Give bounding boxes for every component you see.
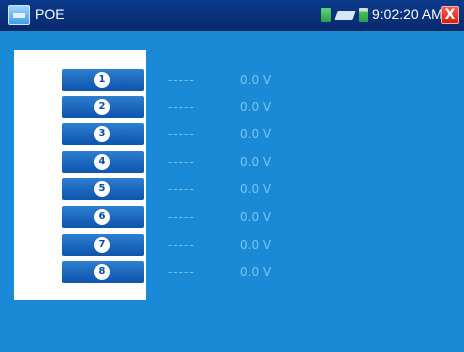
pin-voltage-4: 0.0 V [240,155,272,169]
pin-number-4: 4 [94,154,110,170]
pin-button-4[interactable]: 4 [62,151,144,173]
pin-button-5[interactable]: 5 [62,178,144,200]
pin-row-3: 3 [62,123,144,145]
pin-row-5: 5 [62,178,144,200]
pin-status-3: ----- [168,127,195,141]
pin-row-4: 4 [62,151,144,173]
pin-button-7[interactable]: 7 [62,234,144,256]
sd-card-icon [321,8,331,22]
pin-number-6: 6 [94,209,110,225]
pin-button-3[interactable]: 3 [62,123,144,145]
pin-number-3: 3 [94,126,110,142]
pin-row-8: 8 [62,261,144,283]
pin-status-7: ----- [168,238,195,252]
pin-number-1: 1 [94,72,110,88]
pin-number-8: 8 [94,264,110,280]
pin-row-7: 7 [62,234,144,256]
pin-button-8[interactable]: 8 [62,261,144,283]
pin-status-6: ----- [168,210,195,224]
app-title: POE [35,6,65,22]
battery-icon [359,8,368,22]
pin-number-2: 2 [94,99,110,115]
title-bar: POE 9:02:20 AM X [0,0,464,31]
app-icon[interactable] [8,5,30,25]
pin-button-6[interactable]: 6 [62,206,144,228]
clock: 9:02:20 AM [372,6,443,22]
connector-tab [14,88,44,258]
network-icon [334,11,356,20]
pin-row-2: 2 [62,96,144,118]
pin-voltage-3: 0.0 V [240,127,272,141]
pin-number-5: 5 [94,181,110,197]
pin-voltage-8: 0.0 V [240,265,272,279]
pin-status-8: ----- [168,265,195,279]
pin-voltage-5: 0.0 V [240,182,272,196]
pin-number-7: 7 [94,237,110,253]
pin-button-1[interactable]: 1 [62,69,144,91]
close-button[interactable]: X [441,6,459,24]
pin-voltage-6: 0.0 V [240,210,272,224]
pin-voltage-1: 0.0 V [240,73,272,87]
pin-status-2: ----- [168,100,195,114]
pin-status-4: ----- [168,155,195,169]
pin-status-5: ----- [168,182,195,196]
pin-row-1: 1 [62,69,144,91]
pin-voltage-7: 0.0 V [240,238,272,252]
pin-row-6: 6 [62,206,144,228]
pin-voltage-2: 0.0 V [240,100,272,114]
pin-status-1: ----- [168,73,195,87]
close-icon: X [444,7,456,23]
pin-button-2[interactable]: 2 [62,96,144,118]
